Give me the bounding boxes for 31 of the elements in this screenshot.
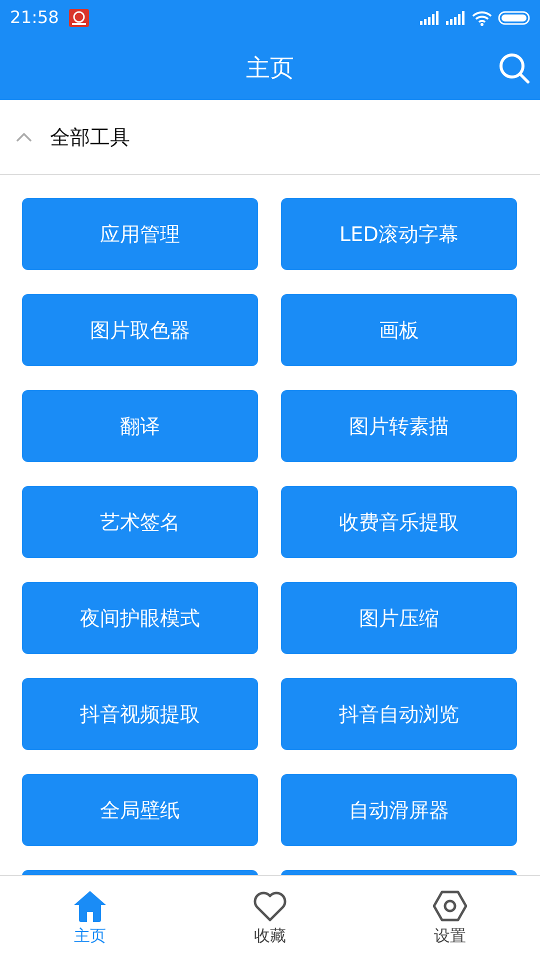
search-button[interactable] [498,52,530,84]
wifi-icon [472,10,492,26]
tool-button[interactable]: 图片压缩 [281,582,517,654]
tool-button[interactable]: 夜间护眼模式 [22,582,258,654]
heart-icon [253,890,287,922]
search-icon [498,52,530,84]
nav-tab[interactable]: 收藏 [180,876,360,960]
signal-icon [446,11,466,25]
tool-button[interactable]: 全局壁纸 [22,774,258,846]
tool-button[interactable]: 图片取色器 [22,294,258,366]
settings-icon [433,890,467,922]
tool-button[interactable]: 自动滑屏器 [281,774,517,846]
nav-tab[interactable]: 主页 [0,876,180,960]
tool-button[interactable]: LED滚动字幕 [281,198,517,270]
tool-button[interactable]: 翻译 [22,390,258,462]
section-title: 全部工具 [50,124,130,150]
tool-button[interactable]: 画板 [281,294,517,366]
app-notification-icon [69,9,89,27]
tool-button[interactable]: 艺术签名 [22,486,258,558]
tool-button[interactable]: 图片转素描 [281,390,517,462]
signal-icon [420,11,440,25]
tool-button[interactable]: 抖音视频提取 [22,678,258,750]
tool-button[interactable]: 收费音乐提取 [281,486,517,558]
home-icon [73,890,107,922]
tool-button[interactable]: 应用管理 [22,198,258,270]
section-header[interactable]: 全部工具 [0,100,540,175]
battery-icon [498,11,530,25]
tool-button[interactable]: 抖音自动浏览 [281,678,517,750]
page-title: 主页 [246,53,294,84]
status-time: 21:58 [10,8,59,28]
nav-tab[interactable]: 设置 [360,876,540,960]
